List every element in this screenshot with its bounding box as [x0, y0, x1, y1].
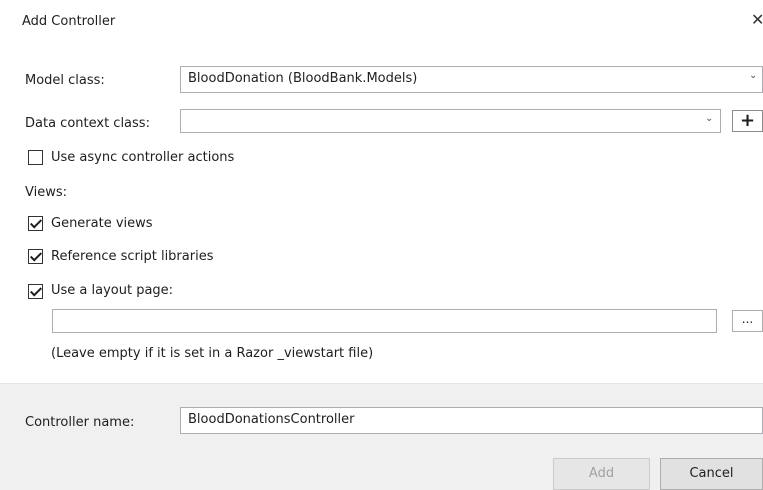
add-data-context-button[interactable]: + — [732, 110, 763, 132]
close-icon[interactable]: ✕ — [751, 10, 763, 29]
add-button[interactable]: Add — [553, 458, 650, 490]
chevron-down-icon: ⌄ — [705, 113, 714, 124]
use-layout-checkbox[interactable] — [28, 284, 43, 299]
model-class-value: BloodDonation (BloodBank.Models) — [188, 71, 418, 86]
use-layout-label: Use a layout page: — [51, 283, 174, 298]
reference-scripts-checkbox[interactable] — [28, 249, 43, 264]
controller-name-label: Controller name: — [25, 415, 135, 430]
layout-hint: (Leave empty if it is set in a Razor _vi… — [51, 346, 374, 361]
async-actions-label: Use async controller actions — [51, 150, 235, 165]
generate-views-checkbox[interactable] — [28, 216, 43, 231]
data-context-label: Data context class: — [25, 116, 150, 131]
views-heading: Views: — [25, 185, 68, 200]
layout-path-input[interactable] — [52, 309, 717, 333]
generate-views-label: Generate views — [51, 216, 153, 231]
cancel-button[interactable]: Cancel — [660, 458, 763, 490]
reference-scripts-label: Reference script libraries — [51, 249, 214, 264]
async-actions-checkbox[interactable] — [28, 150, 43, 165]
data-context-combobox[interactable]: ⌄ — [180, 109, 721, 133]
dialog-title: Add Controller — [22, 14, 116, 29]
chevron-down-icon: ⌄ — [749, 70, 758, 81]
model-class-label: Model class: — [25, 73, 105, 88]
model-class-combobox[interactable]: BloodDonation (BloodBank.Models) ⌄ — [180, 66, 763, 93]
footer-divider — [0, 383, 763, 384]
controller-name-value: BloodDonationsController — [188, 412, 355, 427]
controller-name-input[interactable]: BloodDonationsController — [180, 407, 763, 434]
browse-layout-button[interactable]: ... — [732, 310, 763, 332]
